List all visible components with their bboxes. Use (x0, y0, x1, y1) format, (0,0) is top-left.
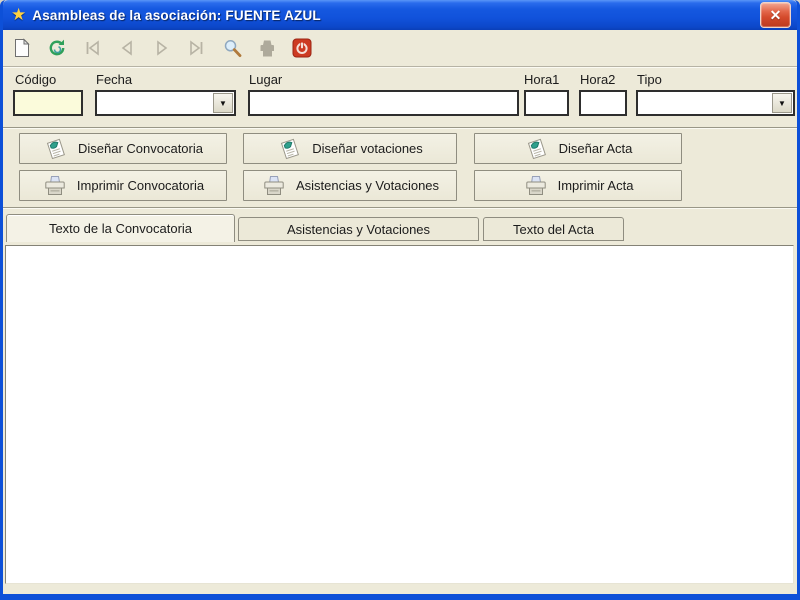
hora1-input[interactable] (524, 90, 569, 116)
print-button[interactable] (254, 35, 280, 61)
printer-icon (45, 175, 65, 195)
toolbar (3, 30, 797, 67)
imprimir-acta-button[interactable]: Imprimir Acta (474, 170, 682, 201)
button-label: Diseñar votaciones (312, 141, 423, 156)
close-button[interactable]: ✕ (760, 2, 791, 28)
button-label: Imprimir Convocatoria (76, 178, 205, 193)
fecha-dropdown-button[interactable]: ▼ (213, 93, 233, 113)
imprimir-convocatoria-button[interactable]: Imprimir Convocatoria (19, 170, 227, 201)
tab-texto-convocatoria[interactable]: Texto de la Convocatoria (6, 214, 235, 242)
codigo-label: Código (15, 72, 57, 87)
button-label: Diseñar Acta (558, 141, 633, 156)
app-window: ★ Asambleas de la asociación: FUENTE AZU… (0, 0, 800, 600)
design-document-icon (281, 138, 300, 159)
tipo-combobox[interactable]: ▼ (636, 90, 795, 116)
previous-record-button[interactable] (114, 35, 140, 61)
first-record-button[interactable] (79, 35, 105, 61)
first-record-icon (86, 40, 99, 56)
hora1-label: Hora1 (524, 72, 560, 87)
convocatoria-text-area[interactable] (5, 245, 794, 584)
button-label: Diseñar Convocatoria (77, 141, 203, 156)
search-icon (224, 40, 242, 58)
chevron-down-icon: ▼ (778, 98, 786, 108)
printer-icon (264, 175, 284, 195)
refresh-icon (49, 39, 65, 56)
title-bar: ★ Asambleas de la asociación: FUENTE AZU… (3, 0, 797, 30)
codigo-input[interactable] (13, 90, 83, 116)
disenar-convocatoria-button[interactable]: Diseñar Convocatoria (19, 133, 227, 164)
button-label: Imprimir Acta (557, 178, 634, 193)
exit-icon (292, 38, 312, 58)
hora2-input[interactable] (579, 90, 627, 116)
next-record-icon (157, 40, 168, 56)
disenar-votaciones-button[interactable]: Diseñar votaciones (243, 133, 457, 164)
exit-button[interactable] (289, 35, 315, 61)
printer-icon (525, 175, 546, 195)
tipo-label: Tipo (637, 72, 662, 87)
tab-asistencias-votaciones[interactable]: Asistencias y Votaciones (238, 217, 479, 241)
next-record-button[interactable] (149, 35, 175, 61)
chevron-down-icon: ▼ (219, 98, 227, 108)
asistencias-votaciones-button[interactable]: Asistencias y Votaciones (243, 170, 457, 201)
design-document-icon (46, 138, 65, 159)
tipo-dropdown-button[interactable]: ▼ (772, 93, 792, 113)
refresh-button[interactable] (44, 35, 70, 61)
print-icon (260, 40, 274, 57)
tab-label: Texto de la Convocatoria (48, 221, 193, 236)
previous-record-icon (121, 40, 132, 56)
tab-label: Texto del Acta (513, 221, 594, 237)
hora2-label: Hora2 (580, 72, 616, 87)
new-document-icon (15, 38, 30, 57)
fecha-combobox[interactable]: ▼ (95, 90, 236, 116)
tab-texto-acta[interactable]: Texto del Acta (483, 217, 624, 241)
lugar-label: Lugar (249, 72, 283, 87)
window-title: Asambleas de la asociación: FUENTE AZUL (32, 7, 321, 23)
fecha-label: Fecha (96, 72, 133, 87)
tab-label: Asistencias y Votaciones (286, 221, 431, 237)
new-record-button[interactable] (9, 35, 35, 61)
app-star-icon: ★ (11, 5, 27, 24)
close-icon: ✕ (769, 6, 782, 23)
lugar-input[interactable] (248, 90, 519, 116)
design-document-icon (527, 138, 546, 159)
last-record-button[interactable] (184, 35, 210, 61)
button-label: Asistencias y Votaciones (295, 178, 440, 193)
search-button[interactable] (219, 35, 245, 61)
disenar-acta-button[interactable]: Diseñar Acta (474, 133, 682, 164)
last-record-icon (190, 40, 203, 56)
